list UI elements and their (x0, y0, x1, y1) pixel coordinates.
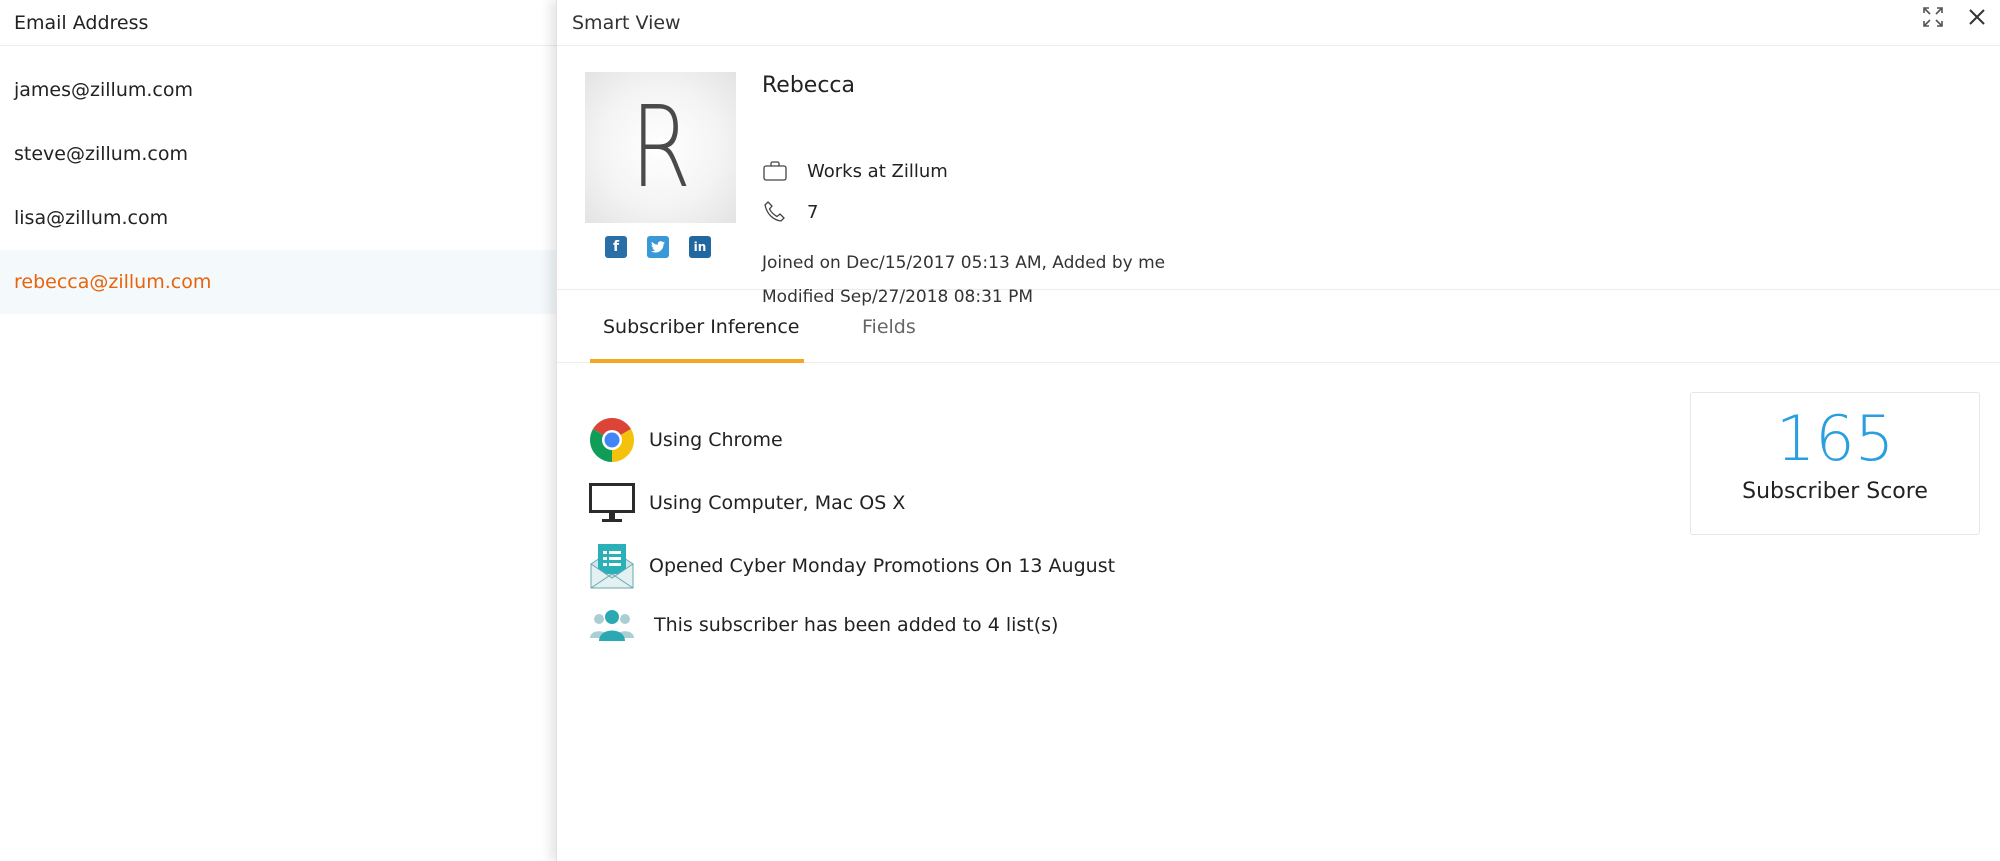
email-list-item[interactable]: james@zillum.com (0, 58, 556, 122)
tab-fields[interactable]: Fields (862, 290, 916, 363)
inference-item: Using Chrome (588, 416, 783, 464)
phone-icon (762, 199, 788, 225)
panel-title: Smart View (572, 11, 681, 34)
subscriber-name: Rebecca (762, 73, 856, 98)
inference-item: Using Computer, Mac OS X (588, 479, 905, 527)
email-list-item[interactable]: lisa@zillum.com (0, 186, 556, 250)
phone-row: 7 (762, 199, 818, 225)
avatar-letter: R (630, 82, 691, 213)
lists-icon (588, 601, 636, 649)
panel-header: Smart View (557, 0, 2000, 46)
chrome-icon (588, 416, 636, 464)
email-list-item-selected[interactable]: rebecca@zillum.com (0, 250, 556, 314)
inference-item: Opened Cyber Monday Promotions On 13 Aug… (588, 542, 1115, 590)
tab-subscriber-inference[interactable]: Subscriber Inference (603, 290, 800, 363)
email-opened-icon (588, 542, 636, 590)
profile-section: R f in Rebecca Works at Zillum 7 Joined … (557, 46, 2000, 307)
computer-icon (588, 479, 636, 527)
avatar: R (585, 72, 736, 223)
email-list-pane: Email Address james@zillum.com steve@zil… (0, 0, 556, 861)
inference-item: This subscriber has been added to 4 list… (588, 601, 1058, 649)
joined-text: Joined on Dec/15/2017 05:13 AM, Added by… (762, 253, 1166, 273)
company-row: Works at Zillum (762, 158, 948, 184)
close-icon[interactable] (1962, 2, 1992, 32)
inference-text: Using Chrome (649, 429, 783, 451)
expand-icon[interactable] (1918, 2, 1948, 32)
inference-text: This subscriber has been added to 4 list… (654, 614, 1059, 636)
score-label: Subscriber Score (1742, 479, 1928, 505)
company-text: Works at Zillum (807, 160, 948, 182)
tab-bar: Subscriber Inference Fields (557, 290, 2000, 363)
briefcase-icon (762, 158, 788, 184)
active-tab-indicator (590, 359, 804, 363)
inference-text: Opened Cyber Monday Promotions On 13 Aug… (649, 555, 1116, 577)
email-column-header: Email Address (0, 0, 556, 46)
inference-text: Using Computer, Mac OS X (649, 492, 906, 514)
social-links: f in (605, 236, 711, 258)
linkedin-icon[interactable]: in (689, 236, 711, 258)
score-value: 165 (1775, 402, 1895, 475)
email-list-item[interactable]: steve@zillum.com (0, 122, 556, 186)
facebook-icon[interactable]: f (605, 236, 627, 258)
twitter-icon[interactable] (647, 236, 669, 258)
phone-text: 7 (807, 201, 819, 223)
subscriber-score-card: 165 Subscriber Score (1690, 392, 1980, 535)
